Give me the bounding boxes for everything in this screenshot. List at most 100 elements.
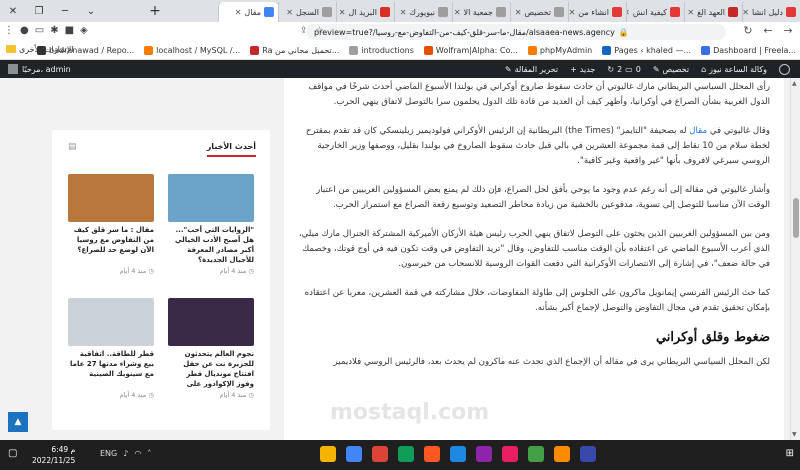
tab-close-icon[interactable]: ✕ (569, 8, 575, 17)
bookmark-item[interactable]: Wolfram|Alpha: Co... (423, 46, 518, 55)
article-link[interactable]: مقال (689, 126, 707, 136)
taskbar-app-icon[interactable] (502, 446, 518, 462)
bookmark-item[interactable]: Dashboard | Freela... (701, 46, 796, 55)
bookmark-item[interactable]: introductions (349, 46, 414, 55)
site-name-item[interactable]: ⌂ وكالة الساعة نيوز (695, 65, 773, 74)
tab-close-icon[interactable]: ✕ (339, 8, 346, 17)
account-menu[interactable]: مرحبًا، admin (8, 64, 71, 74)
language-indicator[interactable]: ENG (100, 449, 117, 458)
taskbar-app-icon[interactable] (528, 446, 544, 462)
scroll-down-icon[interactable]: ▼ (792, 431, 797, 438)
page-scrollbar[interactable]: ▲ ▼ (790, 78, 800, 440)
wp-logo-item[interactable] (773, 63, 796, 75)
start-icon[interactable]: ⊞ (786, 448, 794, 459)
address-bar[interactable]: 🔒 alsaaea-news.agency/مقال-ما-سر-قلق-كيف… (306, 24, 726, 40)
browser-tab[interactable]: كيفية انش✕ (626, 2, 684, 22)
forward-icon[interactable]: ← (760, 24, 776, 37)
news-post[interactable]: نجوم العالم يتحدثون للجزيرة نت عن حفل اف… (168, 298, 254, 399)
post-thumbnail[interactable] (68, 298, 154, 346)
new-item[interactable]: + جديد (564, 65, 601, 74)
extensions-icon[interactable]: ✱ (50, 25, 58, 36)
news-post[interactable]: قطر للطاقة.. اتفاقية بيع وشراء مدتها 27 … (68, 298, 154, 399)
bookmark-star-icon[interactable]: ☆ (316, 26, 324, 36)
post-title[interactable]: مقال : ما سر قلق كيف من التفاوض مع روسيا… (68, 225, 154, 265)
taskbar-app-icon[interactable] (372, 446, 388, 462)
bookmark-favicon-icon (527, 46, 537, 55)
post-thumbnail[interactable] (168, 174, 254, 222)
minimize-window-icon[interactable]: ─ (52, 0, 78, 22)
browser-tab[interactable]: جمعية الا ✕ (452, 2, 510, 22)
scroll-to-top-button[interactable]: ▲ (8, 412, 28, 432)
edit-post-label: تحرير المقالة (514, 64, 559, 74)
network-icon[interactable]: ◠ (134, 449, 141, 458)
browser-tab[interactable]: البريد ال ✕ (336, 2, 394, 22)
profile-icon[interactable]: ● (20, 25, 29, 36)
browser-tab[interactable]: تخصيص ✕ (510, 2, 568, 22)
tab-close-icon[interactable]: ✕ (743, 8, 749, 17)
bookmark-item[interactable]: Ra تحميل مجاني من... (250, 46, 339, 55)
tab-close-icon[interactable]: ✕ (627, 8, 630, 17)
customize-item[interactable]: ✎ تخصيص (647, 65, 695, 74)
taskbar-app-icon[interactable] (554, 446, 570, 462)
taskbar-app-icon[interactable] (320, 446, 336, 462)
taskbar-app-icon[interactable] (398, 446, 414, 462)
post-title[interactable]: نجوم العالم يتحدثون للجزيرة نت عن حفل اف… (168, 349, 254, 389)
taskbar-app-icon[interactable] (424, 446, 440, 462)
taskbar-app-icon[interactable] (346, 446, 362, 462)
scroll-up-icon[interactable]: ▲ (792, 80, 797, 87)
tab-close-icon[interactable]: ✕ (454, 8, 461, 17)
new-tab-icon[interactable]: + (146, 2, 164, 20)
edit-post-item[interactable]: ✎ تحرير المقالة (499, 65, 564, 74)
close-window-icon[interactable]: ✕ (0, 0, 26, 22)
browser-tab[interactable]: مقال ✕ (218, 2, 278, 22)
news-post[interactable]: "الروايات التي أحب"... هل أصبح الأدب الخ… (168, 174, 254, 275)
bookmark-favicon-icon (349, 46, 359, 55)
browser-tab[interactable]: السجل ✕ (278, 2, 336, 22)
tab-close-icon[interactable]: ✕ (515, 8, 522, 17)
browser-tab[interactable]: دليل انشا ✕ (742, 2, 800, 22)
volume-icon[interactable]: ♪ (123, 449, 128, 458)
tab-close-icon[interactable]: ✕ (400, 8, 407, 17)
plus-icon: + (570, 64, 577, 74)
clock[interactable]: 6:49 م 2022/11/25 (32, 444, 75, 466)
post-thumbnail[interactable] (68, 174, 154, 222)
news-post[interactable]: مقال : ما سر قلق كيف من التفاوض مع روسيا… (68, 174, 154, 275)
post-title[interactable]: قطر للطاقة.. اتفاقية بيع وشراء مدتها 27 … (68, 349, 154, 389)
other-bookmarks[interactable]: الإشارات الأخرى (6, 45, 74, 54)
bookmark-item[interactable]: localhost / MySQL /... (144, 46, 240, 55)
taskbar-app-icon[interactable] (476, 446, 492, 462)
tab-close-icon[interactable]: ✕ (235, 8, 242, 17)
restore-window-icon[interactable]: ❐ (26, 0, 52, 22)
tab-close-icon[interactable]: ✕ (286, 8, 293, 17)
ext-kit-icon[interactable]: ◈ (80, 25, 88, 36)
browser-tab[interactable]: العهد الغ ✕ (684, 2, 742, 22)
taskbar-app-icon[interactable] (450, 446, 466, 462)
reload-icon[interactable]: ↻ (740, 24, 756, 37)
article-paragraph: وأشار غاليوتي في مقاله إلى أنه رغم عدم و… (316, 185, 770, 210)
lock-icon[interactable]: 🔒 (619, 28, 629, 37)
tab-search-icon[interactable]: ⌄ (78, 0, 104, 22)
system-tray: ENG ♪ ◠ ˄ (100, 449, 151, 458)
share-icon[interactable]: ⇪ (300, 26, 308, 36)
menu-dots-icon[interactable]: ⋮ (4, 25, 14, 36)
post-title[interactable]: "الروايات التي أحب"... هل أصبح الأدب الخ… (168, 225, 254, 265)
tab-close-icon[interactable]: ✕ (687, 8, 694, 17)
sidebar-icon[interactable]: ▭ (35, 25, 44, 36)
back-icon[interactable]: → (780, 24, 796, 37)
ext-box-icon[interactable]: ■ (65, 25, 74, 36)
post-date: ◷ منذ 4 أيام (68, 391, 155, 399)
tray-overflow-icon[interactable]: ˄ (147, 449, 151, 458)
scroll-thumb[interactable] (793, 198, 799, 238)
notification-icon[interactable]: ▢ (8, 448, 17, 459)
tab-label: تخصيص (524, 7, 551, 17)
post-thumbnail[interactable] (168, 298, 254, 346)
browser-tab[interactable]: انشاء من ✕ (568, 2, 626, 22)
taskbar-app-icon[interactable] (580, 446, 596, 462)
bookmark-item[interactable]: Pages ‹ khaled —... (602, 46, 691, 55)
bookmark-label: phpMyAdmin (539, 46, 593, 55)
browser-tab[interactable]: نيويورك ✕ (394, 2, 452, 22)
clock-date: 2022/11/25 (32, 456, 76, 465)
comments-item[interactable]: ↻ 2 ▭ 0 (601, 65, 646, 74)
bookmark-item[interactable]: phpMyAdmin (527, 46, 593, 55)
tab-label: مقال (244, 7, 261, 17)
